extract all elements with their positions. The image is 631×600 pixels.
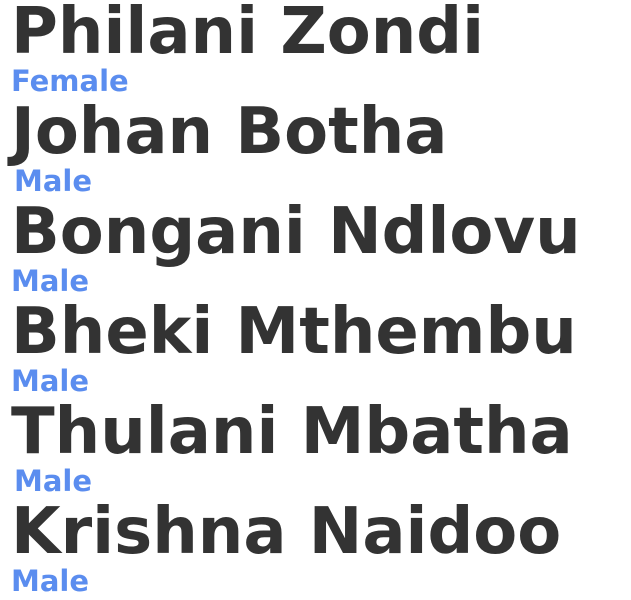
person-name: Philani Zondi: [11, 0, 484, 69]
person-entry: Philani Zondi Female: [0, 0, 631, 100]
person-entry: Thulani Mbatha Male: [0, 395, 631, 500]
person-entry: Johan Botha Male: [0, 95, 631, 200]
person-name: Bheki Mthembu: [11, 295, 577, 369]
person-name: Johan Botha: [11, 95, 448, 169]
person-name: Bongani Ndlovu: [11, 195, 581, 269]
person-gender: Male: [11, 564, 90, 598]
person-name: Thulani Mbatha: [11, 395, 573, 469]
person-name: Krishna Naidoo: [11, 495, 562, 569]
person-entry: Krishna Naidoo Male: [0, 495, 631, 600]
person-entry: Bheki Mthembu Male: [0, 295, 631, 400]
person-entry: Bongani Ndlovu Male: [0, 195, 631, 300]
